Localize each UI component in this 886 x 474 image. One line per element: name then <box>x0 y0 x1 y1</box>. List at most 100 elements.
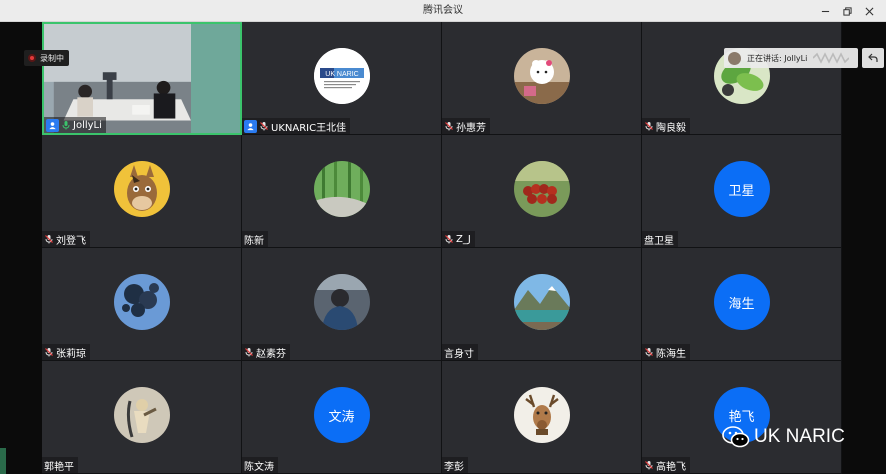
participant-name: 盘卫星 <box>644 235 674 247</box>
left-panel <box>0 22 42 474</box>
text-avatar: 海生 <box>713 274 770 330</box>
participant-tile[interactable]: JollyLi <box>42 22 242 135</box>
participant-name: JollyLi <box>73 119 102 131</box>
participant-namebar: 张莉琼 <box>42 344 90 360</box>
participant-namebar: 郭艳平 <box>42 457 78 473</box>
participant-namebar: UKNARIC王北佳 <box>242 118 351 134</box>
speaking-label: 正在讲话: JollyLi <box>747 53 808 63</box>
participant-name: 言身寸 <box>444 348 474 360</box>
logo-text: UK NARIC <box>325 71 358 78</box>
participant-tile[interactable]: 艳飞 高艳飞 <box>642 361 842 474</box>
deer-head-photo-icon <box>513 387 570 443</box>
mic-active-icon <box>61 120 71 130</box>
window-title: 腾讯会议 <box>423 5 463 16</box>
participant-namebar: 高艳飞 <box>642 457 690 473</box>
close-icon <box>865 7 873 15</box>
blue-tree-photo-icon <box>113 274 170 330</box>
recording-label: 录制中 <box>40 53 64 63</box>
window-titlebar: 腾讯会议 <box>0 0 886 22</box>
mic-muted-icon <box>44 347 54 357</box>
side-grip-handle[interactable] <box>0 448 6 474</box>
text-avatar: 卫星 <box>713 161 770 217</box>
participant-name: 陈海生 <box>656 348 686 360</box>
host-user-icon <box>46 118 59 132</box>
recording-indicator[interactable]: 录制中 <box>24 50 69 66</box>
text-avatar: 文涛 <box>313 387 370 443</box>
minimize-button[interactable] <box>814 0 836 22</box>
participant-namebar: Z_J <box>442 231 475 247</box>
host-user-icon <box>244 119 257 133</box>
participant-tile[interactable]: 卫星盘卫星 <box>642 135 842 248</box>
participant-tile[interactable]: 孙惠芳 <box>442 22 642 135</box>
participant-name: 赵素芬 <box>256 348 286 360</box>
participant-tile[interactable]: 言身寸 <box>442 248 642 361</box>
participant-tile[interactable]: 张莉琼 <box>42 248 242 361</box>
participant-tile[interactable]: 文涛陈文涛 <box>242 361 442 474</box>
back-arrow-icon <box>868 53 878 62</box>
beaded-bracelet-photo-icon <box>513 161 570 217</box>
meeting-stage: JollyLi UK NARIC UKNARIC王北佳 孙惠芳 陶良毅刘登飞 陈新 Z_J 卫… <box>0 22 886 474</box>
mic-muted-icon <box>244 347 254 357</box>
participant-name: 陈文涛 <box>244 461 274 473</box>
participant-tile[interactable]: UK NARIC UKNARIC王北佳 <box>242 22 442 135</box>
speaking-indicator[interactable]: 正在讲话: JollyLi <box>724 48 858 68</box>
participant-grid: JollyLi UK NARIC UKNARIC王北佳 孙惠芳 陶良毅刘登飞 陈新 Z_J 卫… <box>42 22 842 474</box>
participant-name: 李彭 <box>444 461 464 473</box>
participant-namebar: JollyLi <box>44 117 106 133</box>
mountain-lake-photo-icon <box>513 274 570 330</box>
participant-name: 陈新 <box>244 235 264 247</box>
participant-namebar: 赵素芬 <box>242 344 290 360</box>
participant-tile[interactable]: 海生陈海生 <box>642 248 842 361</box>
cartoon-horse-avatar-icon <box>113 161 170 217</box>
sound-wave-icon <box>813 52 850 64</box>
uk-naric-logo: UK NARIC <box>313 48 370 104</box>
participant-tile[interactable]: 郭艳平 <box>42 361 242 474</box>
restore-icon <box>842 6 852 16</box>
participant-tile[interactable]: 刘登飞 <box>42 135 242 248</box>
restore-button[interactable] <box>836 0 858 22</box>
participant-tile[interactable]: Z_J <box>442 135 642 248</box>
mic-muted-icon <box>644 347 654 357</box>
participant-namebar: 盘卫星 <box>642 231 678 247</box>
hello-kitty-photo-icon <box>513 48 570 104</box>
participant-tile[interactable]: 赵素芬 <box>242 248 442 361</box>
mic-muted-icon <box>644 460 654 470</box>
person-portrait-photo-icon <box>313 274 370 330</box>
participant-tile[interactable]: 陈新 <box>242 135 442 248</box>
participant-namebar: 陈海生 <box>642 344 690 360</box>
participant-name: 高艳飞 <box>656 461 686 473</box>
participant-name: 张莉琼 <box>56 348 86 360</box>
minimize-icon <box>821 10 829 12</box>
close-button[interactable] <box>858 0 880 22</box>
participant-name: 刘登飞 <box>56 235 86 247</box>
participant-namebar: 言身寸 <box>442 344 478 360</box>
participant-tile[interactable]: 李彭 <box>442 361 642 474</box>
mic-muted-icon <box>444 121 454 131</box>
participant-tile[interactable]: 陶良毅 <box>642 22 842 135</box>
participant-name: UKNARIC王北佳 <box>271 122 347 134</box>
speaker-avatar <box>728 51 741 65</box>
participant-namebar: 陶良毅 <box>642 118 690 134</box>
right-panel <box>842 22 886 474</box>
window-controls <box>814 0 880 22</box>
participant-name: 孙惠芳 <box>456 122 486 134</box>
mic-muted-icon <box>444 234 454 244</box>
participant-namebar: 刘登飞 <box>42 231 90 247</box>
participant-namebar: 陈新 <box>242 231 268 247</box>
mic-muted-icon <box>44 234 54 244</box>
participant-namebar: 李彭 <box>442 457 468 473</box>
watermark-text: UK NARIC <box>754 426 845 447</box>
participant-name: 郭艳平 <box>44 461 74 473</box>
participant-namebar: 孙惠芳 <box>442 118 490 134</box>
participant-name: Z_J <box>456 233 471 245</box>
bamboo-forest-photo-icon <box>313 161 370 217</box>
mic-muted-icon <box>644 121 654 131</box>
watermark: UK NARIC <box>722 424 845 450</box>
sketch-figure-photo-icon <box>113 387 170 443</box>
participant-namebar: 陈文涛 <box>242 457 278 473</box>
collapse-speaker-button[interactable] <box>862 48 884 68</box>
wechat-icon <box>722 426 750 448</box>
record-dot-icon <box>28 54 36 62</box>
participant-name: 陶良毅 <box>656 122 686 134</box>
mic-muted-icon <box>259 121 269 131</box>
